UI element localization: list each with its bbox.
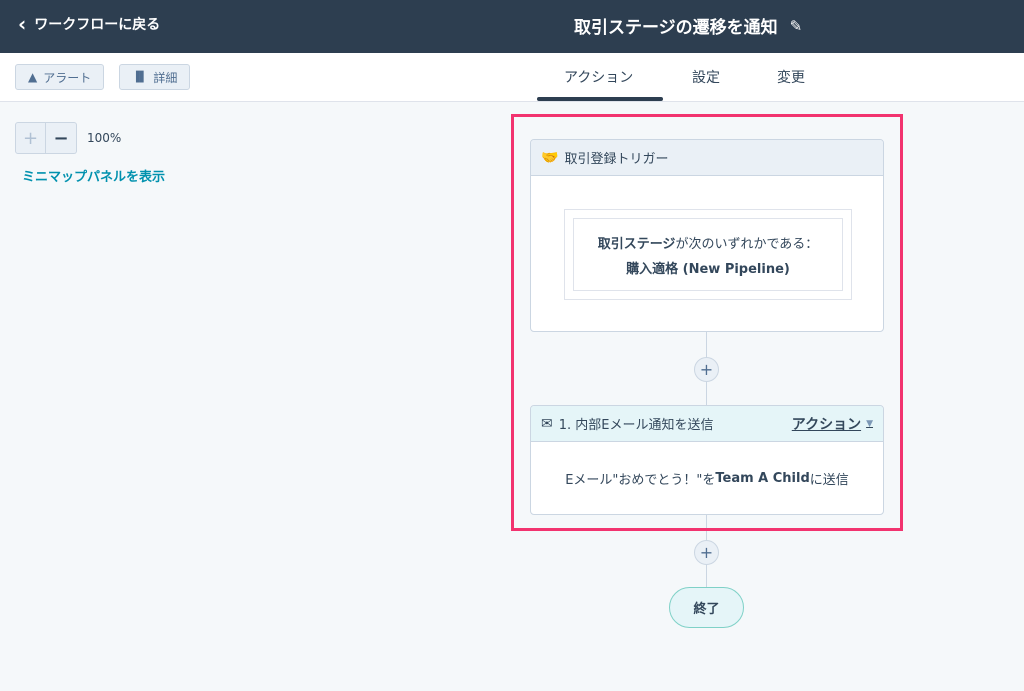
workflow-title: 取引ステージの遷移を通知 ✎	[574, 13, 803, 39]
zoom-level: 100%	[87, 131, 122, 145]
back-to-workflows-link[interactable]: ‹ ワークフローに戻る	[18, 14, 160, 34]
bar-chart-icon: ▐▌	[132, 71, 148, 83]
add-action-button[interactable]: +	[694, 540, 719, 565]
alert-button[interactable]: ▲ アラート	[15, 64, 105, 90]
details-button-label: 詳細	[153, 70, 178, 85]
chevron-left-icon: ‹	[18, 12, 27, 36]
back-label: ワークフローに戻る	[34, 17, 161, 33]
alert-button-label: アラート	[43, 70, 92, 85]
tab-actions[interactable]: アクション	[564, 67, 633, 87]
warning-icon: ▲	[28, 70, 38, 84]
pencil-icon[interactable]: ✎	[790, 17, 803, 35]
show-minimap-link[interactable]: ミニマップパネルを表示	[22, 166, 165, 185]
zoom-out-button[interactable]: −	[46, 122, 77, 154]
active-tab-indicator	[537, 97, 663, 101]
details-button[interactable]: ▐▌ 詳細	[119, 64, 191, 90]
end-node[interactable]: 終了	[669, 587, 744, 628]
zoom-controls: + − 100%	[15, 122, 121, 154]
workflow-title-text: 取引ステージの遷移を通知	[574, 18, 778, 38]
tab-settings[interactable]: 設定	[692, 67, 720, 87]
zoom-in-button[interactable]: +	[15, 122, 46, 154]
top-bar: ‹ ワークフローに戻る 取引ステージの遷移を通知 ✎	[0, 0, 1024, 53]
tab-changes[interactable]: 変更	[777, 67, 805, 87]
highlight-box	[511, 114, 903, 531]
sub-toolbar: ▲ アラート ▐▌ 詳細 アクション 設定 変更	[0, 53, 1024, 102]
